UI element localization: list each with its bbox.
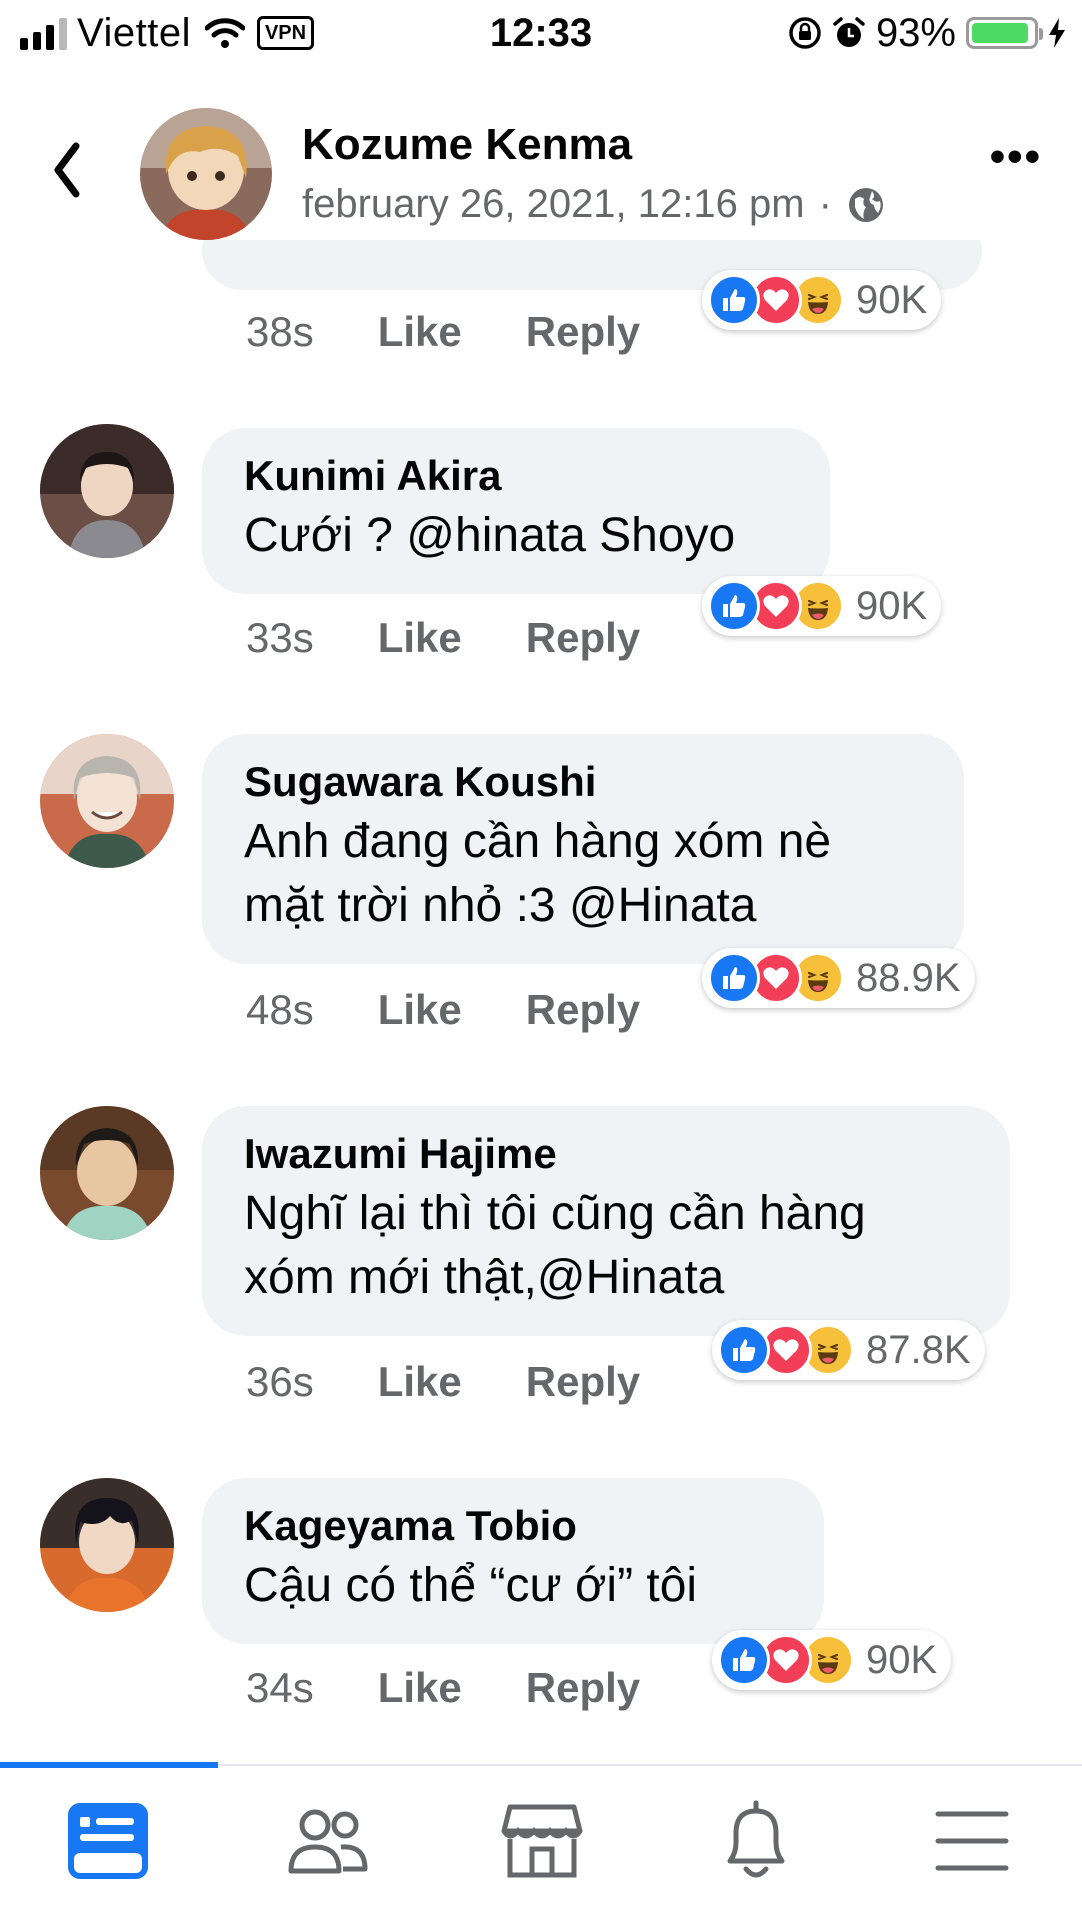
more-options-icon[interactable]: ••• — [990, 132, 1042, 182]
commenter-name[interactable]: Iwazumi Hajime — [244, 1128, 968, 1180]
reaction-count: 90K — [866, 1637, 938, 1682]
comment-time: 38s — [246, 308, 314, 355]
reaction-summary[interactable]: 90K — [702, 576, 942, 636]
reaction-count: 90K — [856, 583, 928, 628]
commenter-avatar[interactable] — [40, 1106, 174, 1240]
reply-button[interactable]: Reply — [526, 308, 640, 356]
charging-bolt-icon — [1049, 18, 1065, 48]
news-feed-icon — [68, 1803, 148, 1879]
comment-time: 36s — [246, 1358, 314, 1405]
comment-bubble[interactable]: Kageyama Tobio Cậu có thể “cư ới” tôi — [202, 1478, 824, 1644]
back-chevron-icon[interactable] — [48, 140, 88, 200]
reply-button[interactable]: Reply — [526, 986, 640, 1034]
comment-actions: 34s Like Reply — [246, 1664, 640, 1712]
like-icon — [708, 274, 760, 326]
battery-percent: 93% — [875, 10, 956, 55]
comment-text-line: xóm mới thật,@Hinata — [244, 1251, 725, 1304]
notifications-icon — [727, 1800, 785, 1878]
comment-actions: 48s Like Reply — [246, 986, 640, 1034]
rotation-lock-icon — [789, 17, 821, 49]
comment-bubble[interactable]: Iwazumi Hajime Nghĩ lại thì tôi cũng cần… — [202, 1106, 1010, 1336]
like-icon — [708, 580, 760, 632]
author-name[interactable]: Kozume Kenma — [302, 120, 632, 170]
tab-notifications[interactable] — [706, 1796, 806, 1886]
comment-time: 48s — [246, 986, 314, 1033]
friends-icon — [288, 1809, 368, 1874]
status-bar: Viettel VPN 12:33 93% — [0, 0, 1082, 70]
globe-icon — [848, 187, 883, 222]
marketplace-icon — [501, 1804, 583, 1878]
comment-text: Cậu có thể “cư ới” tôi — [244, 1559, 698, 1612]
commenter-avatar[interactable] — [40, 424, 174, 558]
reaction-summary[interactable]: 88.9K — [702, 948, 975, 1008]
like-icon — [708, 952, 760, 1004]
comment-text-line: mặt trời nhỏ :3 @Hinata — [244, 879, 757, 932]
like-icon — [718, 1634, 770, 1686]
battery-level — [972, 23, 1028, 43]
author-avatar[interactable] — [140, 108, 272, 240]
like-button[interactable]: Like — [378, 1664, 462, 1712]
battery-icon — [966, 17, 1043, 49]
reaction-count: 90K — [856, 277, 928, 322]
comment-text-line: Nghĩ lại thì tôi cũng cần hàng — [244, 1187, 866, 1240]
like-button[interactable]: Like — [378, 308, 462, 356]
comment-time: 34s — [246, 1664, 314, 1711]
comment-bubble[interactable]: Sugawara Koushi Anh đang cần hàng xóm nè… — [202, 734, 964, 964]
post-date[interactable]: february 26, 2021, 12:16 pm — [302, 182, 805, 227]
like-icon — [718, 1324, 770, 1376]
active-tab-indicator — [0, 1762, 218, 1768]
reaction-summary[interactable]: 90K — [712, 1630, 952, 1690]
commenter-name[interactable]: Kageyama Tobio — [244, 1500, 782, 1552]
menu-icon — [935, 1811, 1009, 1871]
commenter-avatar[interactable] — [40, 1478, 174, 1612]
post-meta: february 26, 2021, 12:16 pm · — [302, 182, 886, 227]
commenter-avatar[interactable] — [40, 734, 174, 868]
like-button[interactable]: Like — [378, 614, 462, 662]
reply-button[interactable]: Reply — [526, 1358, 640, 1406]
reaction-count: 88.9K — [856, 955, 961, 1000]
tab-friends[interactable] — [278, 1796, 378, 1886]
reply-button[interactable]: Reply — [526, 1664, 640, 1712]
comment-time: 33s — [246, 614, 314, 661]
reaction-summary[interactable]: 87.8K — [712, 1320, 985, 1380]
tab-news-feed[interactable] — [58, 1796, 158, 1886]
reply-button[interactable]: Reply — [526, 614, 640, 662]
comment-actions: 33s Like Reply — [246, 614, 640, 662]
reaction-summary[interactable]: 90K — [702, 270, 942, 330]
comment-actions: 38s Like Reply — [246, 308, 640, 356]
bottom-navigation — [0, 1762, 1082, 1922]
status-bar-right: 93% — [788, 8, 1066, 58]
alarm-icon — [833, 17, 865, 47]
comment-text-line: Anh đang cần hàng xóm nè — [244, 815, 832, 868]
post-header: Kozume Kenma february 26, 2021, 12:16 pm… — [0, 80, 1082, 240]
meta-separator: · — [818, 182, 832, 226]
comment-text: Cưới ? @hinata Shoyo — [244, 509, 736, 562]
commenter-name[interactable]: Kunimi Akira — [244, 450, 788, 502]
like-button[interactable]: Like — [378, 1358, 462, 1406]
commenter-name[interactable]: Sugawara Koushi — [244, 756, 922, 808]
comment-actions: 36s Like Reply — [246, 1358, 640, 1406]
comment-bubble[interactable]: Kunimi Akira Cưới ? @hinata Shoyo — [202, 428, 830, 594]
tab-marketplace[interactable] — [492, 1796, 592, 1886]
tab-menu[interactable] — [922, 1796, 1022, 1886]
like-button[interactable]: Like — [378, 986, 462, 1034]
reaction-count: 87.8K — [866, 1327, 971, 1372]
